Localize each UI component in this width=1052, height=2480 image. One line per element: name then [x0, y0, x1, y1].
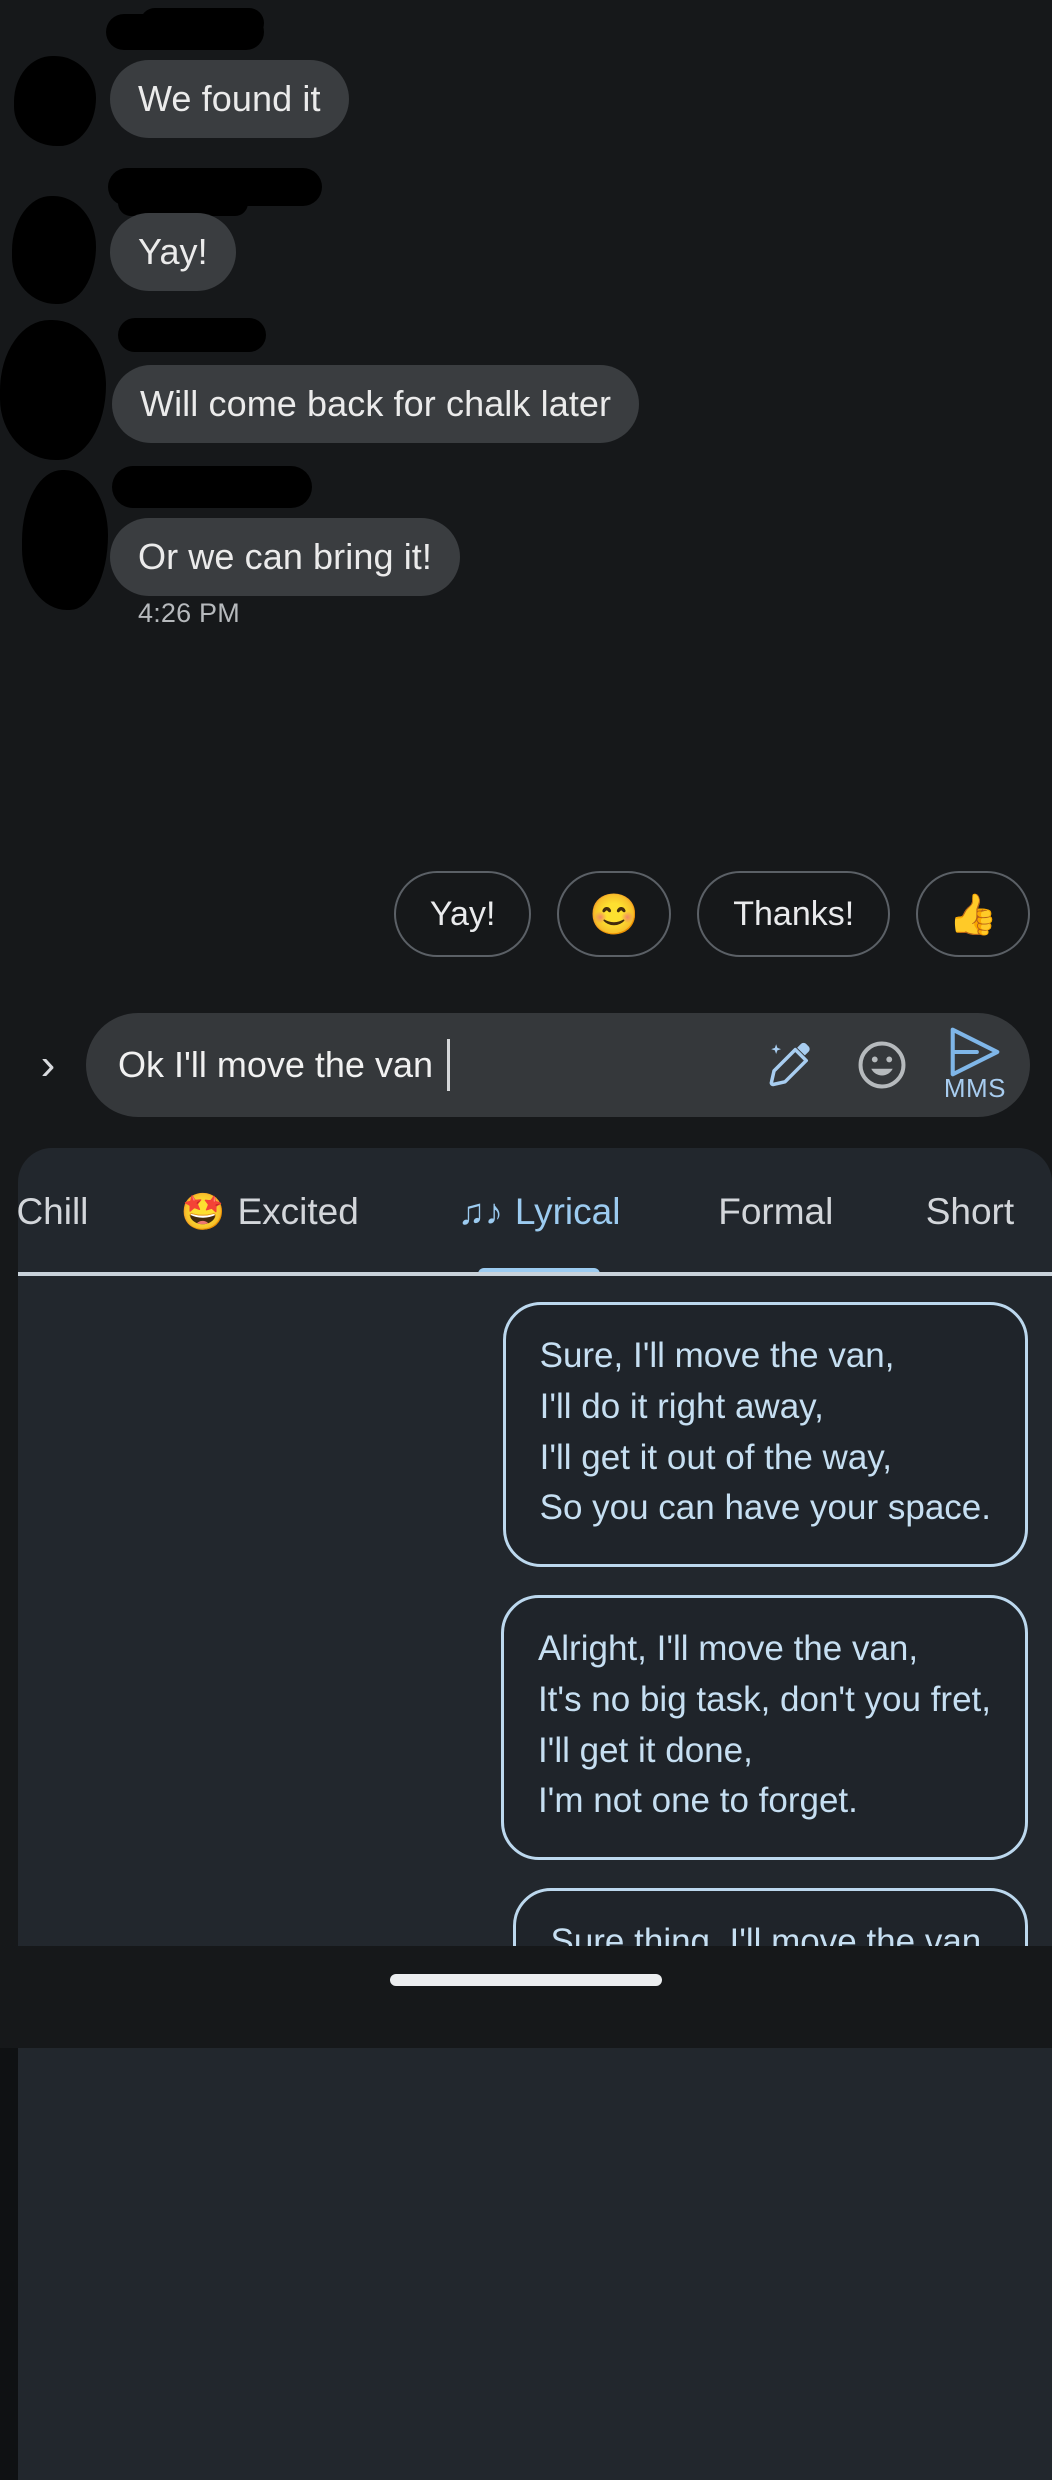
- avatar-redaction: [14, 56, 96, 146]
- suggestion-line: So you can have your space.: [539, 1488, 991, 1528]
- expand-toolbar-chevron-icon[interactable]: ›: [0, 1043, 86, 1087]
- tone-tab-bar[interactable]: Chill 🤩 Excited ♫♪ Lyrical Formal Short: [18, 1148, 1052, 1276]
- message-row[interactable]: Yay!: [110, 213, 236, 291]
- quick-reply-chip-yay[interactable]: Yay!: [393, 871, 532, 957]
- message-bubble[interactable]: Or we can bring it!: [110, 518, 461, 596]
- suggestion-line: I'm not one to forget.: [537, 1781, 858, 1821]
- avatar-redaction: [12, 196, 96, 304]
- message-input-value: Ok I'll move the van: [118, 1044, 433, 1085]
- magic-pen-icon[interactable]: [764, 1037, 820, 1093]
- messaging-app-screen: We found it Yay! Will come back for chal…: [0, 0, 1052, 2480]
- suggestion-line: It's no big task, don't you fret,: [537, 1679, 991, 1719]
- sender-name-redaction: [140, 8, 264, 38]
- quick-reply-chip-smile-emoji[interactable]: 😊: [557, 871, 672, 957]
- message-bubble[interactable]: Yay!: [110, 213, 236, 291]
- message-timestamp: 4:26 PM: [138, 598, 240, 628]
- suggestion-card-list: Sure, I'll move the van, I'll do it righ…: [18, 1276, 1052, 2031]
- avatar-redaction: [22, 470, 108, 610]
- quick-reply-chip-thumbsup-emoji[interactable]: 👍: [916, 871, 1030, 957]
- tab-short[interactable]: Short: [888, 1148, 1052, 1276]
- message-row[interactable]: We found it: [110, 60, 349, 138]
- suggestion-line: I'll get it done,: [537, 1730, 753, 1770]
- music-notes-icon: ♫♪: [457, 1191, 503, 1232]
- suggestion-card[interactable]: Alright, I'll move the van, It's no big …: [500, 1595, 1028, 1860]
- suggestion-line: Alright, I'll move the van,: [537, 1629, 919, 1668]
- system-navigation-bar: [0, 1946, 1052, 2048]
- suggestion-card[interactable]: Sure, I'll move the van, I'll do it righ…: [502, 1302, 1028, 1567]
- text-caret: [447, 1039, 450, 1091]
- suggestion-line: Sure, I'll move the van,: [539, 1336, 895, 1375]
- tab-label: Chill: [18, 1191, 89, 1232]
- quick-reply-chips: Yay! 😊 Thanks! 👍: [0, 862, 1052, 966]
- tab-label: Formal: [718, 1191, 834, 1232]
- quick-reply-chip-thanks[interactable]: Thanks!: [697, 871, 891, 957]
- composer-icons: MMS: [764, 1027, 1012, 1104]
- sender-name-redaction: [118, 318, 266, 352]
- home-indicator[interactable]: [390, 1974, 662, 1986]
- tab-label: Excited: [237, 1191, 359, 1232]
- conversation-thread[interactable]: We found it Yay! Will come back for chal…: [0, 0, 1052, 1160]
- message-bubble[interactable]: We found it: [110, 60, 349, 138]
- star-struck-emoji-icon: 🤩: [180, 1191, 226, 1232]
- tab-excited[interactable]: 🤩 Excited: [125, 1148, 415, 1276]
- tab-chill[interactable]: Chill: [18, 1148, 125, 1276]
- message-row[interactable]: Or we can bring it!: [110, 518, 461, 596]
- tab-bar-divider: [18, 1272, 1052, 1276]
- avatar-redaction: [0, 320, 106, 460]
- send-button[interactable]: MMS: [944, 1027, 1006, 1104]
- suggestion-line: I'll do it right away,: [539, 1386, 824, 1426]
- tab-lyrical[interactable]: ♫♪ Lyrical: [415, 1148, 664, 1276]
- message-input-text-wrap[interactable]: Ok I'll move the van: [118, 1039, 764, 1091]
- suggestion-line: I'll get it out of the way,: [539, 1437, 892, 1477]
- tab-label: Short: [925, 1191, 1015, 1232]
- tab-label: Lyrical: [514, 1191, 621, 1232]
- send-icon: [950, 1027, 1000, 1076]
- send-type-label: MMS: [943, 1072, 1006, 1103]
- message-input-field[interactable]: Ok I'll move the van MMS: [86, 1013, 1030, 1117]
- message-bubble[interactable]: Will come back for chalk later: [112, 365, 640, 443]
- emoji-icon[interactable]: [854, 1037, 910, 1093]
- tab-formal[interactable]: Formal: [664, 1148, 888, 1276]
- smart-reply-panel: Chill 🤩 Excited ♫♪ Lyrical Formal Short …: [18, 1148, 1052, 2480]
- sender-name-redaction: [112, 466, 312, 508]
- message-composer: › Ok I'll move the van MMS: [0, 1000, 1052, 1130]
- message-row[interactable]: Will come back for chalk later: [112, 365, 640, 443]
